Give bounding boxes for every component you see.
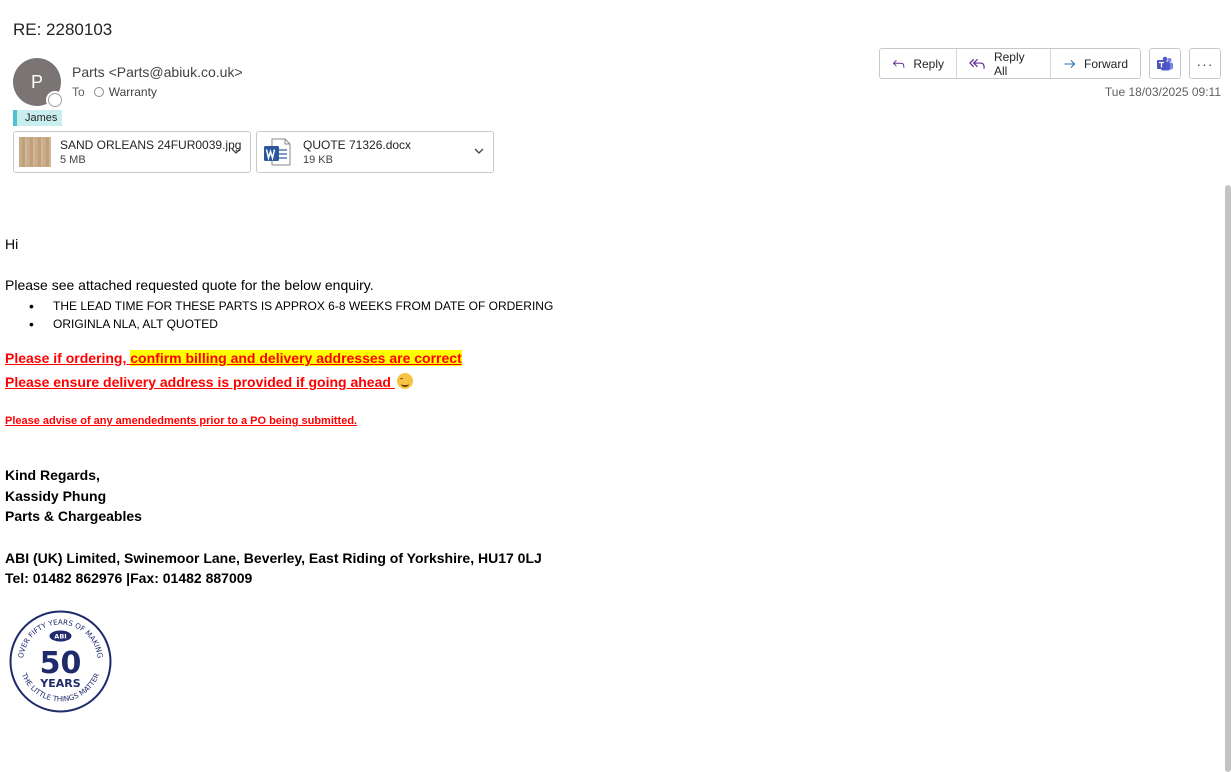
list-item: ORIGINLA NLA, ALT QUOTED: [29, 315, 553, 333]
email-subject: RE: 2280103: [13, 20, 113, 39]
logo-number: 50: [40, 646, 82, 681]
smiling-face-icon: [396, 373, 413, 389]
intro-text: Please see attached requested quote for …: [5, 277, 374, 293]
presence-status-icon: [48, 93, 62, 107]
notice-billing-prefix: Please if ordering,: [5, 350, 131, 366]
recipient-presence-icon: [93, 87, 104, 97]
recipients-row: To Warranty: [72, 85, 157, 99]
signature-department: Parts & Chargeables: [5, 508, 142, 524]
bullet-list: THE LEAD TIME FOR THESE PARTS IS APPROX …: [29, 297, 553, 333]
chevron-down-icon[interactable]: [230, 145, 242, 157]
recipient-name[interactable]: Warranty: [109, 85, 157, 99]
notice-delivery: Please ensure delivery address is provid…: [5, 373, 413, 390]
reply-button[interactable]: Reply: [880, 49, 957, 78]
signature-closing: Kind Regards,: [5, 467, 100, 483]
greeting: Hi: [5, 236, 19, 252]
attachment-name: QUOTE 71326.docx: [303, 138, 412, 152]
to-label: To: [72, 85, 85, 99]
reply-all-button[interactable]: Reply All: [957, 49, 1051, 78]
abi-50-years-logo: OVER FIFTY YEARS OF MAKING THE LITTLE TH…: [9, 610, 112, 713]
logo-years: YEARS: [39, 677, 80, 690]
reply-all-label: Reply All: [993, 49, 1025, 78]
category-tag[interactable]: James: [13, 110, 63, 126]
reply-all-icon: [969, 58, 985, 69]
received-datetime: Tue 18/03/2025 09:11: [1104, 85, 1221, 99]
teams-icon: [1157, 56, 1173, 70]
reply-label: Reply: [913, 56, 944, 71]
reply-icon: [892, 59, 905, 68]
notice-delivery-text: Please ensure delivery address is provid…: [5, 374, 395, 390]
logo-brand: ABI: [54, 633, 66, 641]
more-icon: ···: [1196, 55, 1214, 72]
attachment-name: SAND ORLEANS 24FUR0039.jpg: [60, 138, 242, 152]
attachment-card[interactable]: SAND ORLEANS 24FUR0039.jpg 5 MB: [13, 131, 251, 173]
word-icon: [264, 138, 291, 166]
category-label: James: [25, 112, 58, 124]
notice-amendments: Please advise of any amendedments prior …: [5, 415, 358, 427]
forward-icon: [1064, 59, 1076, 68]
image-thumbnail-icon: [19, 137, 51, 167]
sender-name[interactable]: Parts <Parts@abiuk.co.uk>: [72, 64, 243, 80]
attachment-card[interactable]: QUOTE 71326.docx 19 KB: [256, 131, 494, 173]
forward-button[interactable]: Forward: [1051, 49, 1140, 78]
more-options-button[interactable]: ···: [1189, 48, 1221, 79]
signature-phone: Tel: 01482 862976 |Fax: 01482 887009: [5, 570, 253, 586]
forward-label: Forward: [1083, 56, 1128, 71]
vertical-scrollbar[interactable]: [1225, 185, 1231, 772]
category-color-bar: [13, 110, 17, 126]
avatar-initial: P: [30, 71, 43, 92]
list-item: THE LEAD TIME FOR THESE PARTS IS APPROX …: [29, 297, 553, 315]
attachment-size: 5 MB: [60, 154, 86, 166]
teams-button[interactable]: [1149, 48, 1181, 79]
signature-address: ABI (UK) Limited, Swinemoor Lane, Beverl…: [5, 550, 542, 566]
signature-name: Kassidy Phung: [5, 488, 107, 504]
attachment-size: 19 KB: [303, 154, 333, 166]
chevron-down-icon[interactable]: [473, 145, 485, 157]
message-actions: Reply Reply All Forward: [879, 48, 1141, 79]
notice-billing: Please if ordering, confirm billing and …: [5, 350, 462, 366]
notice-billing-highlight: confirm billing and delivery addresses a…: [130, 350, 462, 366]
